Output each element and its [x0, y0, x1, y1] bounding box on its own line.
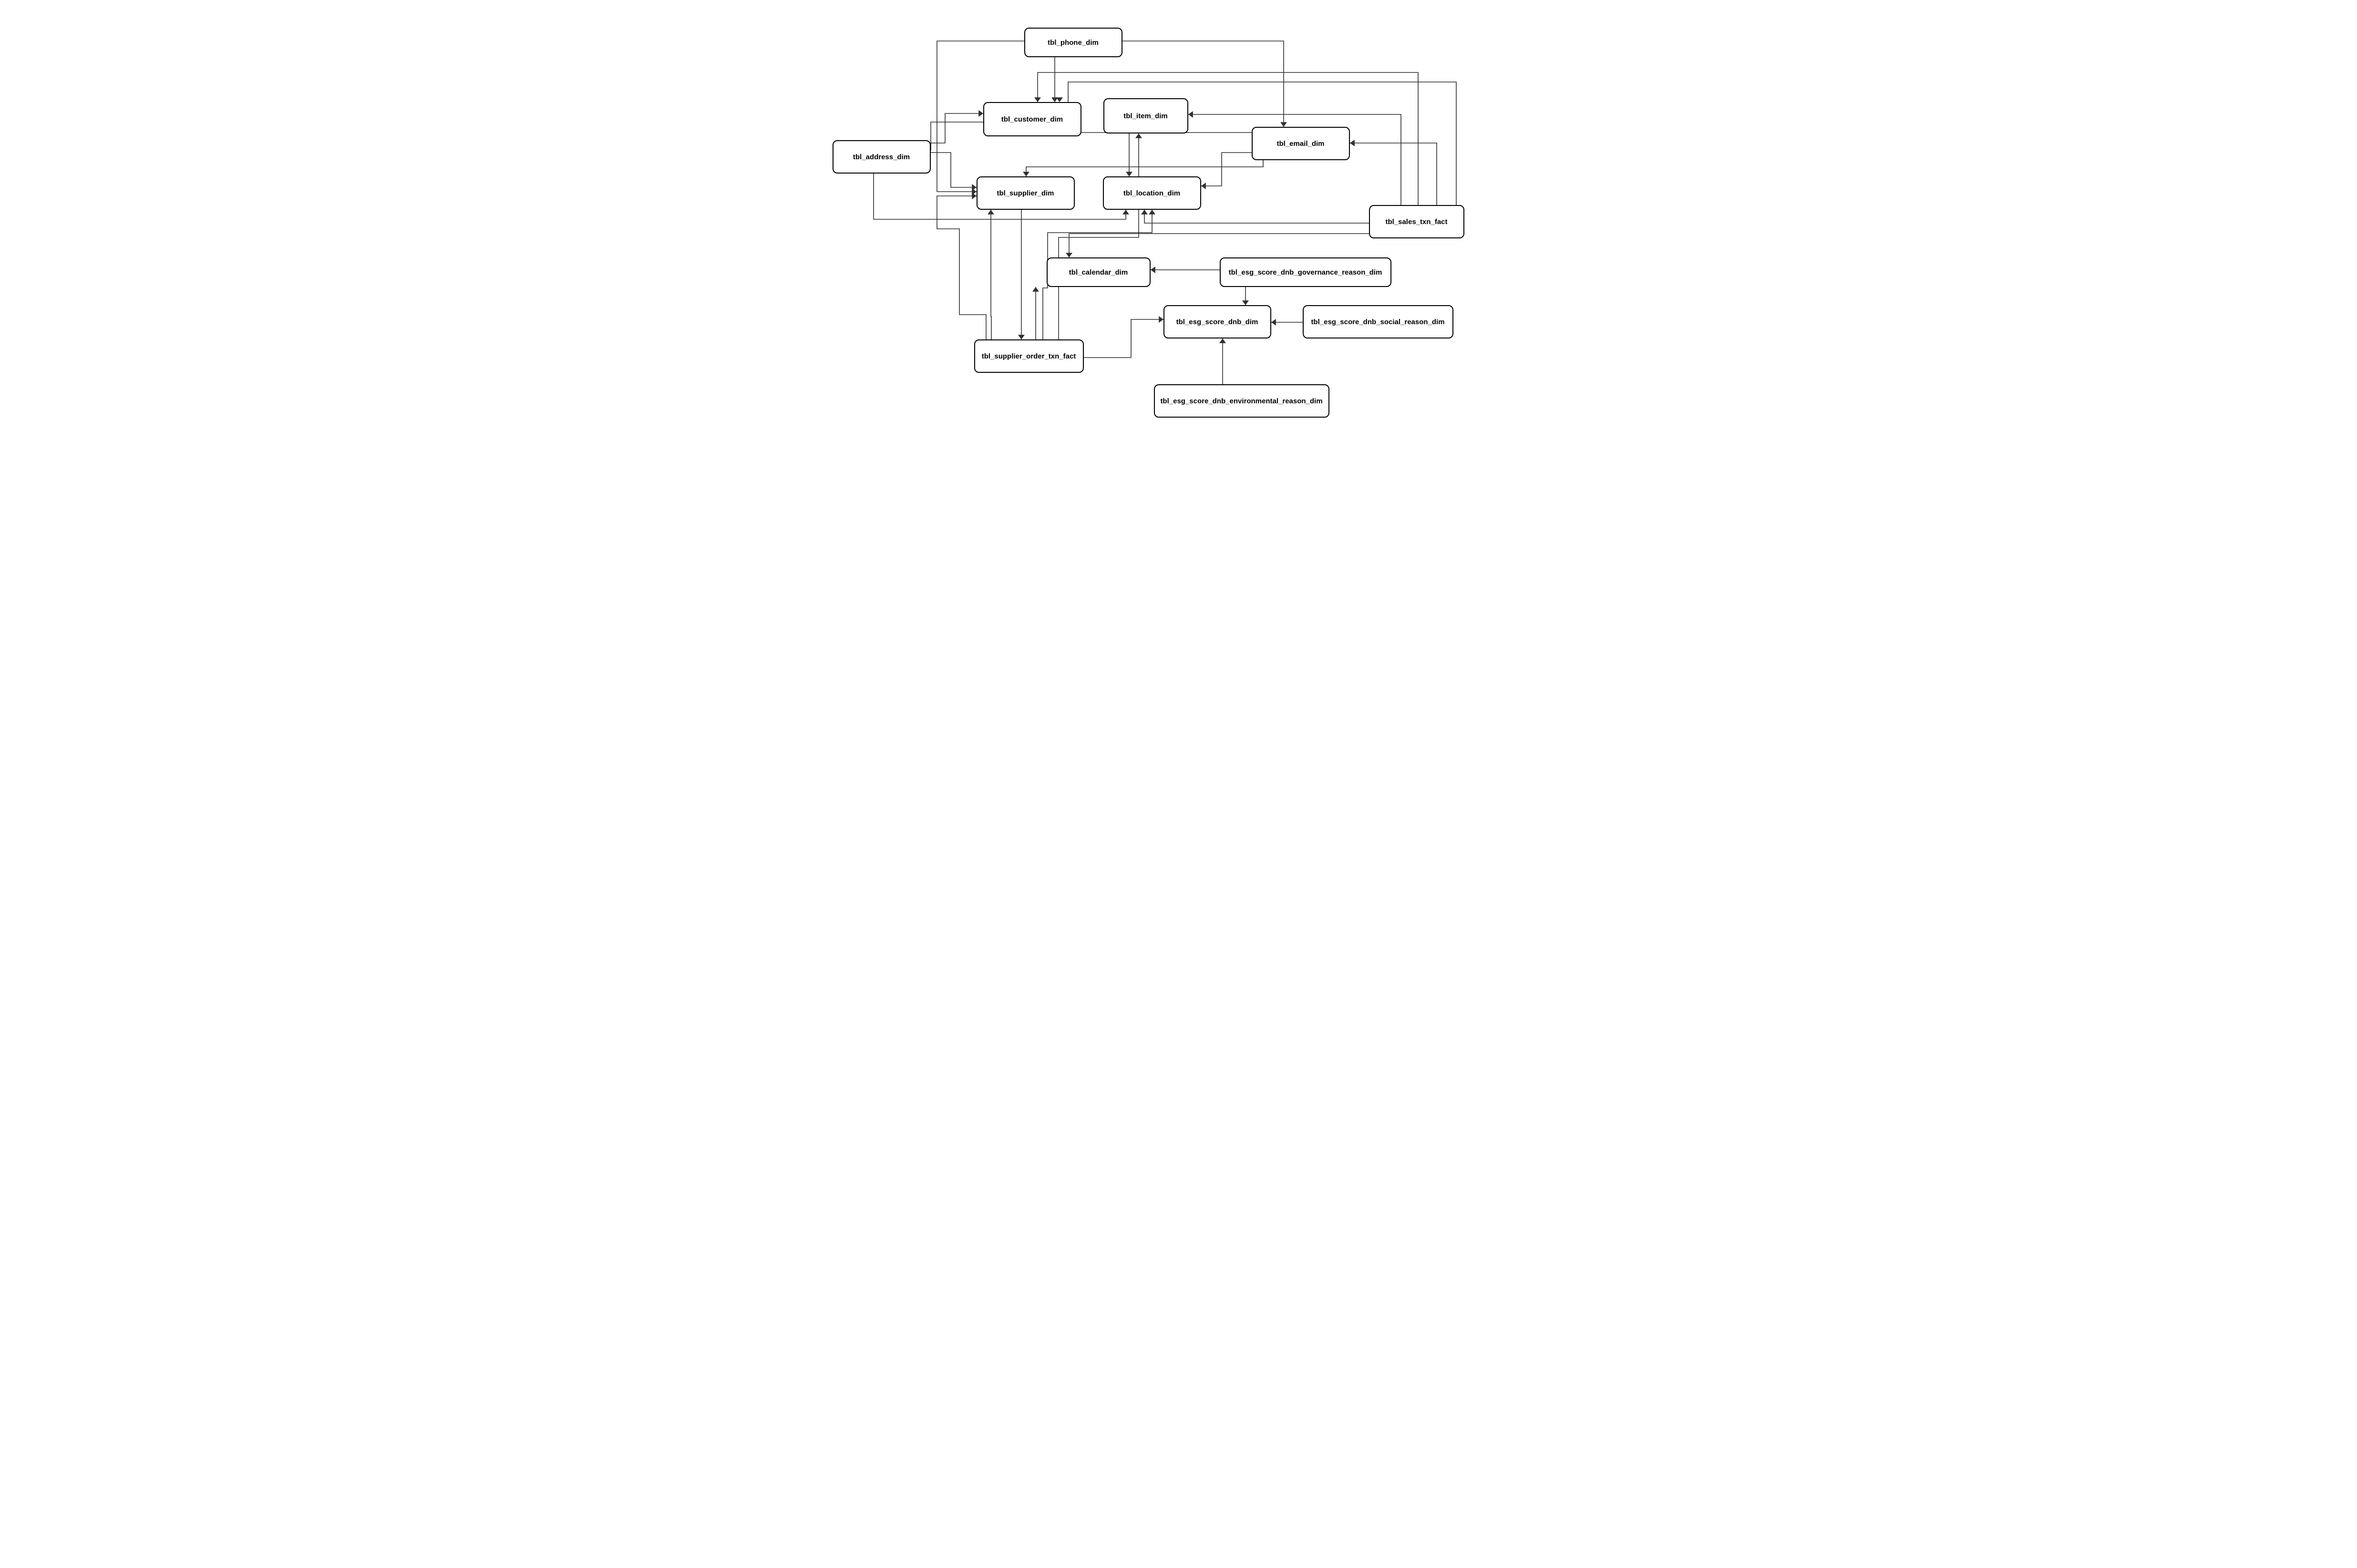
arrowhead-icon: [1201, 183, 1206, 189]
table-node-gov[interactable]: tbl_esg_score_dnb_governance_reason_dim: [1220, 257, 1391, 287]
arrowhead-icon: [1126, 172, 1132, 176]
table-node-sales[interactable]: tbl_sales_txn_fact: [1369, 205, 1464, 238]
table-node-sorder[interactable]: tbl_supplier_order_txn_fact: [974, 339, 1084, 373]
arrowhead-icon: [1066, 253, 1072, 257]
edge-address-to-customer: [931, 110, 983, 143]
table-node-label: tbl_supplier_dim: [997, 189, 1054, 197]
arrowhead-icon: [1219, 338, 1226, 343]
edge-gov-to-esg: [1242, 287, 1249, 305]
table-node-email[interactable]: tbl_email_dim: [1252, 127, 1350, 160]
edge-sorder-to-esg: [1084, 316, 1163, 358]
arrowhead-icon: [972, 184, 977, 191]
arrowhead-icon: [1135, 133, 1142, 138]
edge-line: [1038, 72, 1418, 205]
edge-line: [1144, 210, 1369, 223]
edge-item-to-location: [1126, 133, 1132, 176]
arrowhead-icon: [1280, 122, 1287, 127]
edge-gov-to-calendar: [1151, 266, 1220, 273]
table-node-social[interactable]: tbl_esg_score_dnb_social_reason_dim: [1303, 305, 1453, 338]
edge-line: [1069, 234, 1370, 257]
arrowhead-icon: [972, 193, 977, 199]
arrowhead-icon: [978, 110, 983, 117]
arrowhead-icon: [1032, 287, 1039, 292]
edge-sales-to-email: [1350, 140, 1437, 205]
arrowhead-icon: [1018, 335, 1025, 339]
diagram-canvas: tbl_phone_dim tbl_customer_dim tbl_item_di…: [826, 0, 1532, 469]
table-node-label: tbl_calendar_dim: [1069, 268, 1128, 277]
edge-sales-to-calendar: [1066, 234, 1370, 257]
table-node-label: tbl_esg_score_dnb_dim: [1176, 318, 1258, 326]
table-node-location[interactable]: tbl_location_dim: [1103, 176, 1201, 210]
edge-sorder-to-address: [937, 193, 986, 339]
table-node-address[interactable]: tbl_address_dim: [833, 140, 931, 174]
table-node-label: tbl_esg_score_dnb_governance_reason_dim: [1229, 268, 1382, 277]
edge-env-to-esg: [1219, 338, 1226, 384]
edge-line: [1350, 143, 1437, 205]
arrowhead-icon: [1051, 97, 1058, 102]
arrowhead-icon: [1034, 97, 1041, 102]
arrowhead-icon: [1122, 210, 1129, 215]
table-node-label: tbl_address_dim: [853, 153, 910, 161]
edge-sorder-to-item: [1059, 133, 1142, 339]
edge-address-to-supplier: [931, 153, 977, 191]
table-node-env[interactable]: tbl_esg_score_dnb_environmental_reason_d…: [1154, 384, 1329, 418]
table-node-label: tbl_email_dim: [1276, 140, 1324, 148]
edge-line: [1026, 160, 1263, 176]
arrowhead-icon: [1151, 266, 1155, 273]
table-node-phone[interactable]: tbl_phone_dim: [1024, 28, 1122, 57]
edge-line: [937, 196, 986, 339]
edge-line: [931, 113, 983, 143]
arrowhead-icon: [1149, 210, 1155, 215]
table-node-label: tbl_supplier_order_txn_fact: [982, 352, 1076, 360]
table-node-label: tbl_sales_txn_fact: [1385, 218, 1447, 226]
edge-line: [1201, 153, 1252, 186]
arrowhead-icon: [1350, 140, 1355, 146]
table-node-item[interactable]: tbl_item_dim: [1103, 98, 1188, 133]
edge-email-to-location: [1201, 153, 1252, 189]
table-node-label: tbl_customer_dim: [1001, 115, 1063, 123]
arrowhead-icon: [988, 210, 994, 215]
edge-sales-to-location: [1141, 210, 1369, 223]
edge-phone-to-customer: [1051, 57, 1058, 102]
edge-supplier-to-sorder: [1018, 210, 1025, 339]
table-node-calendar[interactable]: tbl_calendar_dim: [1047, 257, 1151, 287]
table-node-label: tbl_esg_score_dnb_environmental_reason_d…: [1160, 397, 1322, 405]
arrowhead-icon: [1242, 300, 1249, 305]
arrowhead-icon: [1271, 319, 1276, 326]
edge-line: [1084, 319, 1163, 358]
edge-line: [931, 153, 977, 187]
table-node-label: tbl_item_dim: [1123, 112, 1168, 120]
arrowhead-icon: [1023, 172, 1029, 176]
edge-sorder-to-supplier: [988, 210, 994, 339]
arrowhead-icon: [972, 188, 977, 195]
table-node-label: tbl_esg_score_dnb_social_reason_dim: [1311, 318, 1444, 326]
edge-sales-to-customer: [1034, 72, 1418, 205]
table-node-label: tbl_phone_dim: [1048, 39, 1099, 47]
arrowhead-icon: [1056, 97, 1063, 102]
edge-line: [1059, 133, 1139, 339]
edge-email-to-supplier: [1023, 160, 1263, 176]
arrowhead-icon: [1141, 210, 1148, 215]
table-node-esg[interactable]: tbl_esg_score_dnb_dim: [1163, 305, 1271, 338]
edge-social-to-esg: [1271, 319, 1303, 326]
table-node-label: tbl_location_dim: [1123, 189, 1180, 197]
arrowhead-icon: [1188, 111, 1193, 118]
table-node-customer[interactable]: tbl_customer_dim: [983, 102, 1081, 136]
edge-sorder-to-calendar: [1032, 287, 1039, 339]
table-node-supplier[interactable]: tbl_supplier_dim: [977, 176, 1075, 210]
arrowhead-icon: [1159, 316, 1163, 323]
